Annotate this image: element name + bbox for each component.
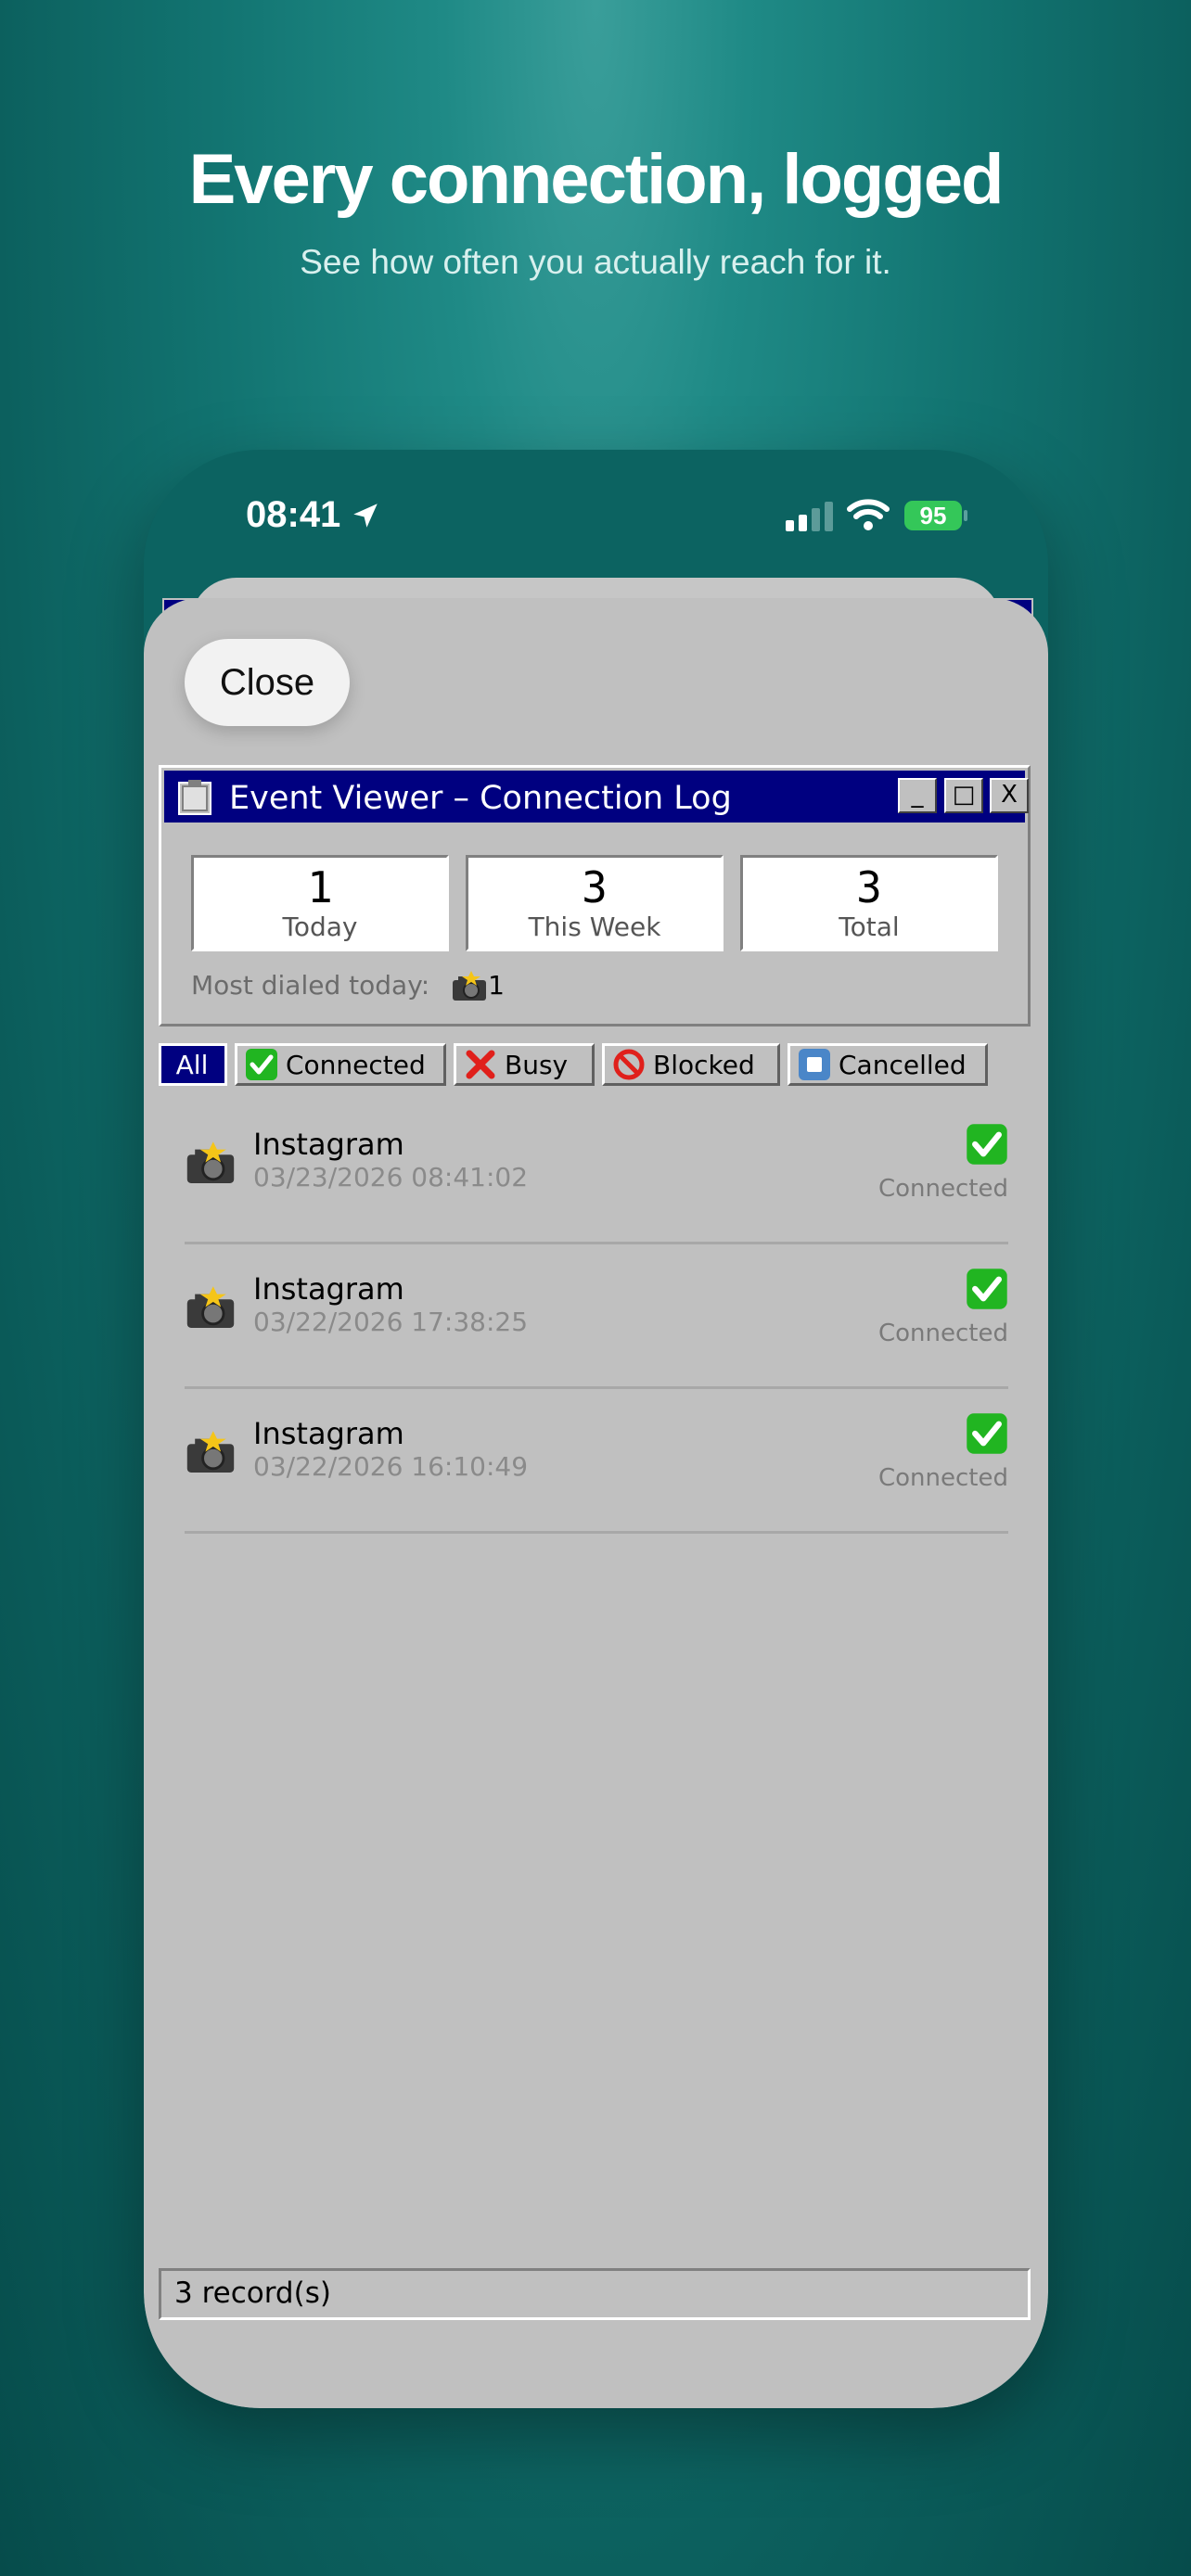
row-status: Connected — [877, 1175, 1008, 1203]
record-count-bar: 3 record(s) — [159, 2268, 1031, 2320]
stat-this-week: 3 This Week — [466, 855, 724, 951]
location-arrow-icon — [353, 504, 378, 528]
filter-label: Connected — [286, 1049, 426, 1080]
event-viewer-window: Event Viewer – Connection Log _ □ X 1 To… — [159, 765, 1031, 1027]
stat-label: Total — [839, 912, 900, 942]
record-count: 3 record(s) — [174, 2276, 331, 2310]
row-app-name: Instagram — [253, 1271, 404, 1307]
filter-busy[interactable]: Busy — [454, 1043, 595, 1086]
battery-indicator: 95 — [904, 501, 962, 530]
check-icon — [967, 1124, 1007, 1165]
camera-icon — [186, 1286, 235, 1328]
check-icon — [246, 1049, 277, 1080]
battery-level: 95 — [919, 502, 947, 529]
most-dialed-today: Most dialed today: 1 — [191, 970, 505, 1002]
window-close-button[interactable]: X — [990, 778, 1029, 813]
stat-value: 1 — [307, 862, 333, 912]
stat-value: 3 — [582, 862, 608, 912]
log-row[interactable]: Instagram 03/22/2026 16:10:49 Connected — [185, 1390, 1008, 1534]
camera-icon — [453, 971, 487, 1001]
close-button[interactable]: Close — [185, 639, 350, 726]
filter-label: Busy — [505, 1049, 569, 1080]
check-icon — [967, 1413, 1007, 1454]
stat-value: 3 — [856, 862, 882, 912]
row-app-name: Instagram — [253, 1127, 404, 1162]
filter-label: Cancelled — [839, 1049, 967, 1080]
modal-sheet: Close Event Viewer – Connection Log _ □ … — [144, 598, 1048, 2408]
filter-label: All — [175, 1049, 209, 1080]
wifi-icon — [847, 499, 890, 530]
row-status: Connected — [877, 1320, 1008, 1347]
clipboard-icon — [178, 780, 211, 815]
filter-connected[interactable]: Connected — [235, 1043, 446, 1086]
window-title: Event Viewer – Connection Log — [229, 780, 732, 817]
camera-icon — [186, 1431, 235, 1473]
camera-icon — [186, 1141, 235, 1183]
phone-frame: 08:41 95 Close Event Viewer – Connection… — [144, 450, 1048, 2408]
cellular-signal-icon — [786, 502, 833, 531]
log-row[interactable]: Instagram 03/22/2026 17:38:25 Connected — [185, 1245, 1008, 1389]
subhead: See how often you actually reach for it. — [300, 243, 891, 281]
prohibited-icon — [613, 1049, 645, 1080]
row-timestamp: 03/22/2026 17:38:25 — [253, 1307, 529, 1337]
stat-today: 1 Today — [191, 855, 449, 951]
status-time: 08:41 — [246, 494, 341, 535]
headline: Every connection, logged — [188, 140, 1005, 219]
minimize-button[interactable]: _ — [898, 778, 937, 813]
filter-blocked[interactable]: Blocked — [602, 1043, 780, 1086]
most-dialed-count: 1 — [488, 970, 505, 1001]
log-row[interactable]: Instagram 03/23/2026 08:41:02 Connected — [185, 1101, 1008, 1244]
stat-total: 3 Total — [740, 855, 998, 951]
stat-label: This Week — [528, 912, 661, 942]
row-status: Connected — [877, 1464, 1008, 1492]
stat-label: Today — [282, 912, 358, 942]
check-icon — [967, 1269, 1007, 1309]
maximize-button[interactable]: □ — [944, 778, 983, 813]
row-timestamp: 03/22/2026 16:10:49 — [253, 1451, 529, 1482]
filter-cancelled[interactable]: Cancelled — [788, 1043, 988, 1086]
filter-all[interactable]: All — [159, 1043, 227, 1086]
title-bar: Event Viewer – Connection Log _ □ X — [164, 771, 1029, 823]
battery-nub — [964, 510, 967, 521]
stop-icon — [799, 1049, 830, 1080]
filter-label: Blocked — [653, 1049, 755, 1080]
x-icon — [466, 1050, 495, 1079]
row-timestamp: 03/23/2026 08:41:02 — [253, 1162, 529, 1192]
row-app-name: Instagram — [253, 1416, 404, 1451]
most-dialed-label: Most dialed today: — [191, 970, 430, 1001]
